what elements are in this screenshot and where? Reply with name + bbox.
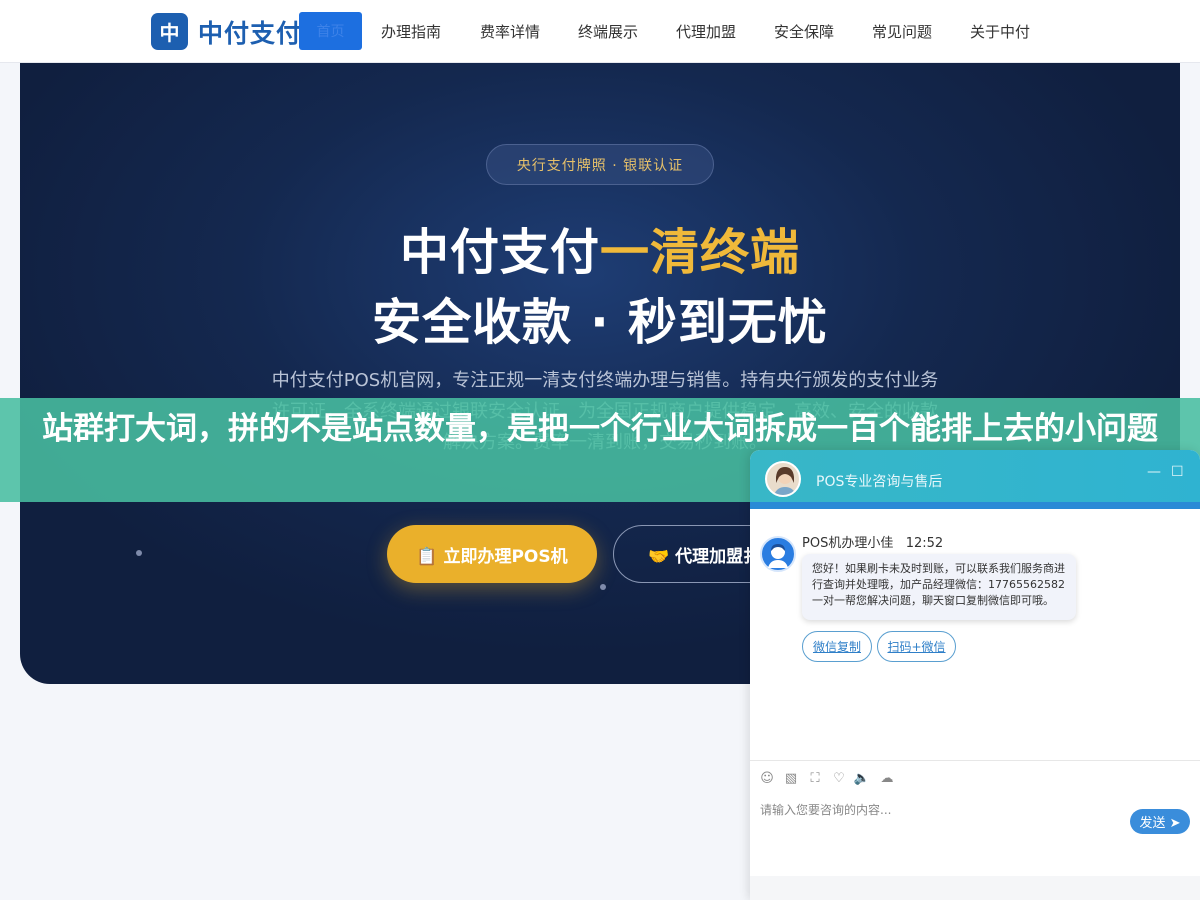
agent-avatar-icon — [760, 536, 796, 572]
nav-item-home[interactable]: 首页 — [299, 12, 362, 50]
message-bubble: 您好！如果刷卡未及时到账，可以联系我们服务商进行查询并处理哦，加产品经理微信：1… — [802, 554, 1076, 620]
nav-item-security[interactable]: 安全保障 — [774, 21, 834, 42]
logo-mark-icon: 中 — [151, 13, 188, 50]
hero-subtitle: 安全收款 · 秒到无忧 — [372, 294, 828, 351]
apply-pos-button[interactable]: 📋 立即办理POS机 — [387, 525, 597, 583]
hero-title-highlight: 一清终端 — [600, 224, 801, 281]
hero-title: 中付支付一清终端 — [20, 213, 1180, 284]
nav-item-agency[interactable]: 代理加盟 — [676, 21, 736, 42]
nav-item-faq[interactable]: 常见问题 — [872, 21, 932, 42]
agent-name-text: POS机办理小佳 — [802, 536, 894, 551]
hero-title-main: 中付支付 — [399, 224, 600, 281]
agent-name: POS机办理小佳 12:52 — [802, 532, 943, 551]
wechat-icon[interactable]: ☁ — [879, 770, 895, 786]
banner-headline: 站群打大词，拼的不是站点数量，是把一个行业大词拆成一百个能排上去的小问题 — [42, 411, 1158, 447]
top-nav: 中 中付支付 首页 办理指南 费率详情 终端展示 代理加盟 安全保障 常见问题 … — [0, 0, 1200, 63]
nav-item-about[interactable]: 关于中付 — [970, 21, 1030, 42]
rate-icon[interactable]: ♡ — [831, 770, 847, 786]
logo-text: 中付支付 — [198, 18, 303, 48]
voice-icon[interactable]: 🔈 — [854, 770, 870, 786]
site-logo[interactable]: 中 中付支付 — [151, 13, 302, 50]
chat-divider — [750, 760, 1200, 761]
license-badge: 央行支付牌照 · 银联认证 — [486, 144, 714, 185]
chat-title: POS专业咨询与售后 — [816, 474, 943, 490]
copy-wechat-button[interactable]: 微信复制 — [802, 631, 872, 662]
service-avatar-icon — [765, 461, 801, 497]
nav-item-guide[interactable]: 办理指南 — [381, 21, 441, 42]
nav-item-terminals[interactable]: 终端展示 — [578, 21, 638, 42]
decor-dot — [600, 584, 606, 590]
scan-wechat-button[interactable]: 扫码+微信 — [877, 631, 956, 662]
chat-widget: POS专业咨询与售后 — ☐ POS机办理小佳 12:52 您好！如果刷卡未及时… — [750, 450, 1200, 900]
maximize-icon[interactable]: ☐ — [1171, 464, 1184, 480]
nav-item-rates[interactable]: 费率详情 — [480, 21, 540, 42]
screenshot-icon[interactable]: ⛶ — [807, 770, 823, 786]
send-button[interactable]: 发送 ➤ — [1130, 809, 1190, 834]
chat-accent-bar — [750, 502, 1200, 509]
decor-dot — [136, 550, 142, 556]
emoji-icon[interactable]: ☺ — [759, 770, 775, 786]
chat-footer — [750, 876, 1200, 900]
message-time: 12:52 — [905, 536, 944, 551]
image-icon[interactable]: ▧ — [783, 770, 799, 786]
chat-input[interactable]: 请输入您要咨询的内容... — [760, 801, 891, 818]
minimize-icon[interactable]: — — [1147, 464, 1161, 480]
chat-header: POS专业咨询与售后 — ☐ — [750, 450, 1200, 502]
